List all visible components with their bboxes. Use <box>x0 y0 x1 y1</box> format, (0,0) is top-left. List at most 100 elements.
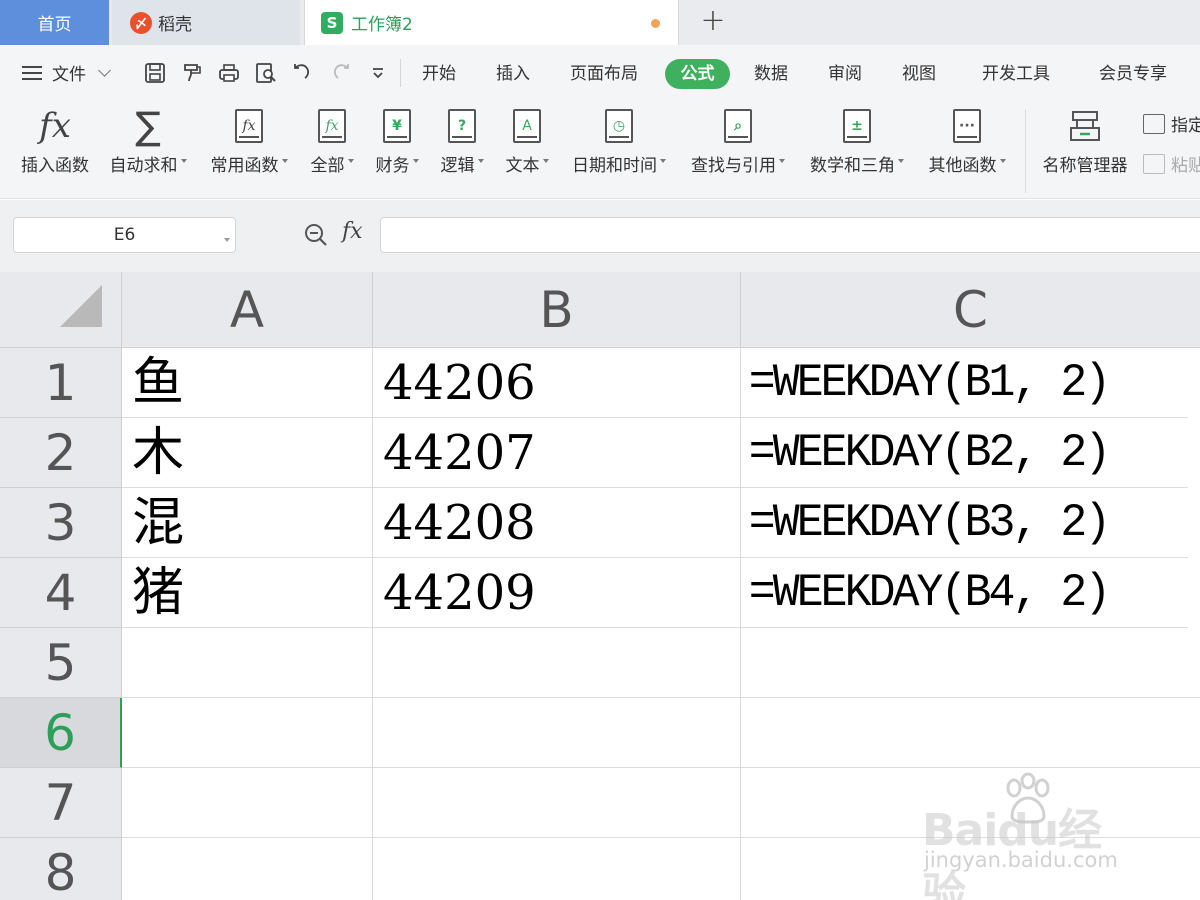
row-header-3[interactable]: 3 <box>0 488 122 558</box>
cell-c8[interactable] <box>741 838 1200 900</box>
tab-workbook[interactable]: S 工作簿2 <box>304 0 679 45</box>
cell-c2[interactable]: =WEEKDAY(B2, 2) <box>741 418 1189 488</box>
row-header-6[interactable]: 6 <box>0 698 122 768</box>
name-box[interactable]: E6 <box>13 217 236 253</box>
tab-daoke[interactable]: 〆 稻壳 <box>112 0 300 45</box>
print-icon[interactable] <box>217 61 241 85</box>
all-functions-button[interactable]: fx 全部 <box>306 101 358 196</box>
formula-bar: E6 fx <box>0 200 1200 272</box>
specify-button[interactable]: 指定 <box>1143 111 1200 136</box>
lookup-reference-label: 查找与引用 <box>691 156 776 176</box>
cell-a6[interactable] <box>122 698 373 768</box>
fx-icon: fx <box>39 106 71 146</box>
tab-home[interactable]: 首页 <box>0 0 109 45</box>
menu-item-page-layout[interactable]: 页面布局 <box>570 61 638 87</box>
cell-c3[interactable]: =WEEKDAY(B3, 2) <box>741 488 1189 558</box>
file-menu-button[interactable]: 文件 <box>22 60 111 85</box>
unsaved-dot-icon <box>651 19 660 28</box>
ribbon: fx 插入函数 ∑ 自动求和 fx 常用函数 fx 全部 ¥ 财务 ? 逻辑 A… <box>0 101 1200 199</box>
menu-item-review[interactable]: 审阅 <box>828 61 862 87</box>
common-functions-label: 常用函数 <box>210 156 279 176</box>
menu-item-insert[interactable]: 插入 <box>496 61 530 87</box>
column-header-a[interactable]: A <box>122 272 373 348</box>
cell-a8[interactable] <box>122 838 373 900</box>
chevron-down-icon[interactable] <box>224 238 230 242</box>
menu-item-member[interactable]: 会员专享 <box>1099 61 1167 87</box>
other-functions-button[interactable]: ··· 其他函数 <box>923 101 1011 196</box>
menu-separator <box>400 59 401 87</box>
zoom-out-icon[interactable] <box>303 222 329 248</box>
format-painter-icon[interactable] <box>180 61 204 85</box>
math-trig-label: 数学和三角 <box>810 156 895 176</box>
paste-button[interactable]: 粘贴 <box>1143 151 1200 176</box>
cell-b8[interactable] <box>373 838 741 900</box>
menu-item-start[interactable]: 开始 <box>422 61 456 87</box>
row-header-1[interactable]: 1 <box>0 348 122 418</box>
menu-item-view[interactable]: 视图 <box>902 61 936 87</box>
dropdown-caret-icon <box>999 159 1006 163</box>
name-manager-button[interactable]: 名称管理器 <box>1038 101 1132 196</box>
fx-icon[interactable]: fx <box>342 219 363 244</box>
dropdown-caret-icon <box>477 159 484 163</box>
row-header-2[interactable]: 2 <box>0 418 122 488</box>
cell-a4[interactable]: 猪 <box>122 558 373 628</box>
menu-item-developer[interactable]: 开发工具 <box>982 61 1050 87</box>
dropdown-caret-icon <box>180 159 187 163</box>
cell-b7[interactable] <box>373 768 741 838</box>
redo-icon[interactable] <box>328 61 352 85</box>
tab-workbook-label: 工作簿2 <box>351 15 413 35</box>
cell-c6[interactable] <box>741 698 1200 768</box>
formula-input[interactable] <box>380 217 1200 253</box>
math-trig-icon: ± <box>804 101 910 151</box>
insert-function-button[interactable]: fx 插入函数 <box>18 101 92 196</box>
undo-icon[interactable] <box>291 61 315 85</box>
cell-a2[interactable]: 木 <box>122 418 373 488</box>
dropdown-caret-icon <box>281 159 288 163</box>
math-trig-button[interactable]: ± 数学和三角 <box>804 101 910 196</box>
column-header-b[interactable]: B <box>373 272 741 348</box>
cell-b1[interactable]: 44206 <box>373 348 741 418</box>
row-header-8[interactable]: 8 <box>0 838 122 900</box>
cell-c4[interactable]: =WEEKDAY(B4, 2) <box>741 558 1189 628</box>
common-function-icon: fx <box>206 101 292 151</box>
sum-icon: ∑ <box>135 104 161 148</box>
cell-a3[interactable]: 混 <box>122 488 373 558</box>
cell-c7[interactable] <box>741 768 1200 838</box>
date-time-label: 日期和时间 <box>572 156 657 176</box>
save-icon[interactable] <box>143 61 167 85</box>
cell-c1[interactable]: =WEEKDAY(B1, 2) <box>741 348 1189 418</box>
cell-b3[interactable]: 44208 <box>373 488 741 558</box>
row-header-4[interactable]: 4 <box>0 558 122 628</box>
cell-a1[interactable]: 鱼 <box>122 348 373 418</box>
logic-button[interactable]: ? 逻辑 <box>436 101 488 196</box>
cell-b6[interactable] <box>373 698 741 768</box>
common-functions-button[interactable]: fx 常用函数 <box>206 101 292 196</box>
customize-toolbar-icon[interactable] <box>366 61 390 85</box>
logic-icon: ? <box>436 101 488 151</box>
spreadsheet-grid: A B C 1 2 3 4 5 6 7 8 鱼 44206 =WEEKDAY(B… <box>0 272 1200 900</box>
cell-b4[interactable]: 44209 <box>373 558 741 628</box>
cell-b5[interactable] <box>373 628 741 698</box>
menu-item-data[interactable]: 数据 <box>754 61 788 87</box>
date-time-button[interactable]: ◷ 日期和时间 <box>566 101 672 196</box>
autosum-button[interactable]: ∑ 自动求和 <box>104 101 192 196</box>
print-preview-icon[interactable] <box>254 61 278 85</box>
menu-item-formulas[interactable]: 公式 <box>665 59 730 89</box>
name-box-value: E6 <box>113 225 136 245</box>
finance-button[interactable]: ¥ 财务 <box>371 101 423 196</box>
select-all-corner[interactable] <box>0 272 122 348</box>
column-header-c[interactable]: C <box>741 272 1200 348</box>
new-tab-button[interactable]: + <box>698 6 728 36</box>
cell-b2[interactable]: 44207 <box>373 418 741 488</box>
all-functions-label: 全部 <box>310 156 345 176</box>
cell-c5[interactable] <box>741 628 1200 698</box>
lookup-reference-button[interactable]: ⌕ 查找与引用 <box>685 101 791 196</box>
cell-a7[interactable] <box>122 768 373 838</box>
row-header-5[interactable]: 5 <box>0 628 122 698</box>
cell-a5[interactable] <box>122 628 373 698</box>
row-header-7[interactable]: 7 <box>0 768 122 838</box>
dropdown-caret-icon <box>542 159 549 163</box>
tab-home-label: 首页 <box>37 15 72 35</box>
paste-icon <box>1143 153 1165 174</box>
text-functions-button[interactable]: A 文本 <box>501 101 553 196</box>
